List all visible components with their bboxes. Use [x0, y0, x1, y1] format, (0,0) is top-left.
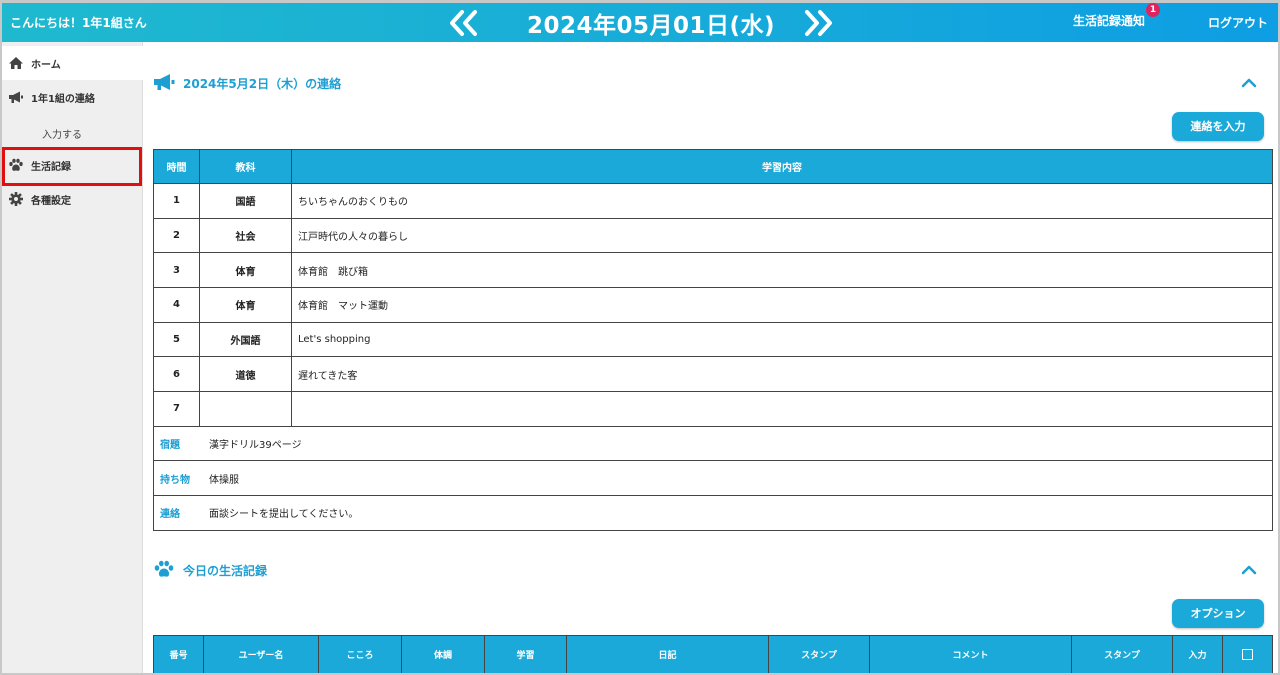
homework-row: 宿題 漢字ドリル39ページ [153, 426, 1273, 462]
subject-cell: 体育 [199, 287, 292, 323]
period-cell: 6 [153, 356, 200, 393]
contact-row: 連絡 面談シートを提出してください。 [153, 495, 1273, 531]
subject-cell: 外国語 [199, 321, 292, 358]
options-button[interactable]: オプション [1172, 599, 1264, 628]
table-row: 4 体育 体育館 マット運動 [153, 287, 1273, 323]
homework-label: 宿題 [160, 439, 180, 451]
greeting-text: こんにちは！1年1組さん [10, 16, 147, 30]
logout-link[interactable]: ログアウト [1208, 14, 1268, 31]
sidebar-item-settings[interactable]: 各種設定 [2, 182, 143, 216]
table-row: 2 社会 江戸時代の人々の暮らし [153, 217, 1273, 254]
content-cell: 体育館 跳び箱 [291, 252, 1273, 289]
period-cell: 5 [153, 321, 200, 358]
notification-count-badge: 1 [1146, 3, 1160, 17]
content-cell: 遅れてきた客 [291, 356, 1273, 393]
home-icon [9, 57, 23, 69]
column-header: ユーザー名 [203, 635, 319, 673]
belongings-label: 持ち物 [160, 474, 190, 486]
sidebar-subitem-input[interactable]: 入力する [2, 120, 143, 144]
content-cell: Let's shopping [291, 321, 1273, 358]
table-header-row: 番号 ユーザー名 こころ 体調 学習 日記 スタンプ コメント スタンプ 入力 [153, 635, 1273, 673]
column-header: 日記 [566, 635, 769, 673]
previous-day-icon[interactable] [448, 9, 480, 37]
period-cell: 4 [153, 287, 200, 323]
column-header: 入力 [1172, 635, 1223, 673]
life-record-table: 番号 ユーザー名 こころ 体調 学習 日記 スタンプ コメント スタンプ 入力 [153, 635, 1273, 673]
table-header-row: 時間 教科 学習内容 [153, 149, 1273, 184]
megaphone-icon [154, 74, 175, 90]
period-cell: 3 [153, 252, 200, 289]
table-row: 3 体育 体育館 跳び箱 [153, 252, 1273, 289]
table-row: 6 道徳 遅れてきた客 [153, 356, 1273, 393]
app-window: こんにちは！1年1組さん 2024年05月01日(水) 生活記録通知 1 ログア… [2, 3, 1278, 673]
current-date-title: 2024年05月01日(水) [527, 13, 776, 39]
subject-cell: 体育 [199, 252, 292, 289]
content-cell [291, 391, 1273, 427]
period-cell: 1 [153, 183, 200, 219]
sidebar-item-label: 1年1組の連絡 [31, 94, 95, 105]
column-header: 学習 [484, 635, 567, 673]
chevron-up-icon[interactable] [1240, 562, 1258, 576]
notice-section-title: 2024年5月2日（木）の連絡 [183, 77, 342, 91]
table-row: 1 国語 ちいちゃんのおくりもの [153, 183, 1273, 219]
gear-icon [9, 192, 23, 206]
belongings-value: 体操服 [209, 474, 239, 486]
select-all-checkbox[interactable] [1242, 649, 1253, 660]
paw-icon [154, 560, 174, 577]
column-header: 時間 [153, 149, 200, 184]
column-header: スタンプ [1071, 635, 1173, 673]
contact-value: 面談シートを提出してください。 [209, 509, 359, 521]
notice-section-header: 2024年5月2日（木）の連絡 [153, 73, 553, 93]
column-header: 体調 [401, 635, 485, 673]
period-cell: 7 [153, 391, 200, 427]
subject-cell: 社会 [199, 217, 292, 254]
content-cell: 江戸時代の人々の暮らし [291, 217, 1273, 254]
selection-highlight [2, 147, 142, 186]
sidebar-item-class-notice[interactable]: 1年1組の連絡 [2, 80, 143, 114]
column-header: 学習内容 [291, 149, 1273, 184]
life-record-section-title: 今日の生活記録 [183, 564, 268, 578]
sidebar: ホーム 1年1組の連絡 入力する 生活記録 各種設定 [2, 42, 143, 673]
sidebar-item-home[interactable]: ホーム [2, 46, 143, 80]
top-header: こんにちは！1年1組さん 2024年05月01日(水) 生活記録通知 1 ログア… [2, 3, 1278, 42]
homework-value: 漢字ドリル39ページ [209, 439, 302, 451]
sidebar-subitem-label: 入力する [42, 130, 82, 141]
contact-label: 連絡 [160, 509, 180, 521]
schedule-table: 時間 教科 学習内容 1 国語 ちいちゃんのおくりもの 2 社会 江戸時代の人々… [153, 149, 1273, 427]
content-cell: 体育館 マット運動 [291, 287, 1273, 323]
table-row: 7 [153, 391, 1273, 427]
content-cell: ちいちゃんのおくりもの [291, 183, 1273, 219]
period-cell: 2 [153, 217, 200, 254]
life-record-section-header: 今日の生活記録 [153, 560, 453, 580]
column-header: スタンプ [768, 635, 870, 673]
subject-cell: 道徳 [199, 356, 292, 393]
chevron-up-icon[interactable] [1240, 75, 1258, 89]
next-day-icon[interactable] [802, 9, 834, 37]
notice-extras-table: 宿題 漢字ドリル39ページ 持ち物 体操服 連絡 面談シートを提出してください。 [153, 426, 1273, 531]
input-notice-button[interactable]: 連絡を入力 [1172, 112, 1264, 141]
megaphone-icon [9, 91, 23, 103]
belongings-row: 持ち物 体操服 [153, 460, 1273, 496]
subject-cell: 国語 [199, 183, 292, 219]
table-row: 5 外国語 Let's shopping [153, 321, 1273, 358]
column-header: 番号 [153, 635, 204, 673]
life-record-notification-link[interactable]: 生活記録通知 [1073, 12, 1145, 29]
column-header: こころ [318, 635, 402, 673]
sidebar-item-label: ホーム [31, 60, 61, 71]
subject-cell [199, 391, 292, 427]
sidebar-item-label: 各種設定 [31, 196, 71, 207]
column-header: 教科 [199, 149, 292, 184]
column-header: コメント [869, 635, 1072, 673]
select-all-header [1222, 635, 1273, 673]
